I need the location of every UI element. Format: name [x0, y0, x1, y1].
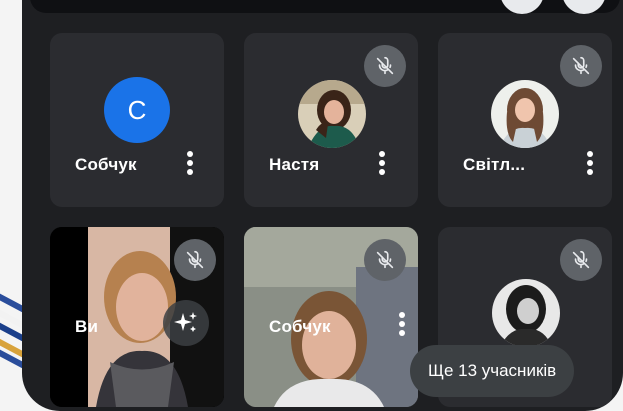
more-vert-icon[interactable]: [583, 148, 597, 178]
participant-name: Собчук: [269, 317, 331, 336]
participant-name: Ви: [75, 317, 99, 336]
participant-name: Світл...: [463, 155, 526, 174]
participant-tile-self[interactable]: Ви: [50, 227, 224, 407]
mic-off-icon: [174, 239, 216, 281]
mic-off-icon: [364, 239, 406, 281]
camera-switch-button[interactable]: [500, 0, 544, 14]
avatar: [491, 80, 559, 148]
avatar: [492, 279, 560, 347]
audio-output-button[interactable]: [562, 0, 606, 14]
more-participants-button[interactable]: Ще 13 учасників: [410, 345, 575, 397]
more-vert-icon[interactable]: [395, 309, 409, 339]
participant-tile[interactable]: С Собчук: [50, 33, 224, 207]
participant-tile[interactable]: Собчук: [244, 227, 418, 407]
mic-off-icon: [560, 239, 602, 281]
participant-name: Собчук: [75, 155, 137, 174]
participant-tile[interactable]: Настя: [244, 33, 418, 207]
mic-off-icon: [560, 45, 602, 87]
more-vert-icon[interactable]: [375, 148, 389, 178]
avatar: [298, 80, 366, 148]
participant-tile[interactable]: Світл...: [438, 33, 612, 207]
participant-name: Настя: [269, 155, 320, 174]
avatar: С: [104, 77, 170, 143]
top-controls-bar: [30, 0, 620, 14]
mic-off-icon: [364, 45, 406, 87]
video-call-screen: С Собчук Настя Світл... Ви Собчук Ще 13 …: [22, 0, 623, 411]
more-vert-icon[interactable]: [183, 148, 197, 178]
sparkle-effects-icon[interactable]: [163, 300, 209, 346]
